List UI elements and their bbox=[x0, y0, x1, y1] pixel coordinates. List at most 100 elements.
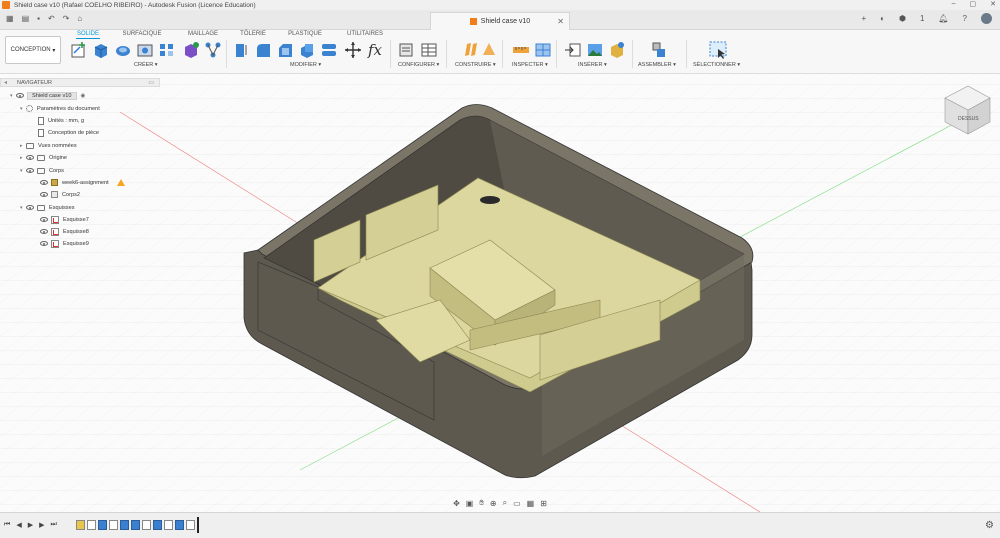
chamfer-icon[interactable] bbox=[276, 41, 294, 59]
fit-icon[interactable]: ⌕ bbox=[503, 498, 507, 508]
tab-tolerie[interactable]: TÔLERIE bbox=[240, 30, 266, 38]
timeline-feature[interactable] bbox=[87, 520, 96, 530]
combine-icon[interactable] bbox=[320, 41, 338, 59]
tab-utilitaires[interactable]: UTILITAIRES bbox=[345, 30, 385, 38]
step-back-icon[interactable]: ◀ bbox=[16, 521, 21, 529]
tree-item-part-design[interactable]: Conception de pièce bbox=[38, 127, 99, 138]
parameters-fx-icon[interactable]: fx bbox=[368, 41, 386, 59]
document-tab[interactable]: Shield case v10 ✕ bbox=[430, 12, 570, 30]
new-component-icon[interactable] bbox=[650, 41, 668, 59]
notifications-icon[interactable]: 🔔︎ bbox=[938, 14, 948, 23]
eye-icon[interactable] bbox=[16, 93, 24, 98]
group-configure[interactable]: CONFIGURER ▾ bbox=[398, 62, 439, 68]
look-at-icon[interactable]: ▣ bbox=[466, 499, 474, 508]
plane-angle-icon[interactable] bbox=[480, 41, 498, 59]
shell-icon[interactable] bbox=[298, 41, 316, 59]
derive-icon[interactable] bbox=[204, 41, 222, 59]
new-tab-icon[interactable]: + bbox=[861, 14, 866, 23]
timeline-feature[interactable] bbox=[131, 520, 140, 530]
tree-item-sketches[interactable]: ▾ Esquisses bbox=[20, 202, 75, 213]
timeline-feature[interactable] bbox=[76, 520, 85, 530]
insert-mcmaster-icon[interactable] bbox=[608, 41, 626, 59]
revolve-icon[interactable] bbox=[114, 41, 132, 59]
configure-icon[interactable] bbox=[398, 41, 416, 59]
extrude-icon[interactable] bbox=[92, 41, 110, 59]
form-icon[interactable] bbox=[182, 41, 200, 59]
tree-item-units[interactable]: Unités : mm, g bbox=[38, 115, 84, 126]
redo-icon[interactable]: ↷ bbox=[63, 14, 70, 23]
grid-settings-icon[interactable]: ▦ bbox=[527, 499, 535, 508]
zoom-icon[interactable]: ⊕ bbox=[490, 499, 497, 508]
tab-surfacique[interactable]: SURFACIQUE bbox=[122, 30, 162, 38]
config-table-icon[interactable] bbox=[420, 41, 438, 59]
help-icon[interactable]: ? bbox=[963, 14, 967, 23]
timeline-feature[interactable] bbox=[153, 520, 162, 530]
orbit-icon[interactable]: ✥ bbox=[453, 499, 460, 508]
play-icon[interactable]: ▶ bbox=[28, 521, 33, 529]
insert-derive-icon[interactable] bbox=[564, 41, 582, 59]
group-create[interactable]: CRÉER ▾ bbox=[134, 62, 158, 68]
timeline-marker[interactable] bbox=[197, 517, 199, 533]
timeline-settings-gear-icon[interactable]: ⚙ bbox=[985, 520, 994, 531]
tree-item-corps2[interactable]: Corps2 bbox=[40, 189, 80, 200]
pattern-icon[interactable] bbox=[158, 41, 176, 59]
eye-icon[interactable] bbox=[40, 217, 48, 222]
timeline-feature[interactable] bbox=[109, 520, 118, 530]
tree-root[interactable]: ▾ Shield case v10 ◉ bbox=[10, 90, 85, 101]
minimize-icon[interactable]: – bbox=[952, 0, 956, 8]
grid-menu-icon[interactable]: ▦ bbox=[6, 14, 14, 23]
pan-icon[interactable]: ✋︎ bbox=[479, 498, 484, 508]
go-to-start-icon[interactable]: ⏮ bbox=[4, 521, 10, 529]
timeline-feature[interactable] bbox=[175, 520, 184, 530]
tab-solide[interactable]: SOLIDE bbox=[76, 30, 100, 39]
warning-icon[interactable] bbox=[116, 179, 125, 186]
tree-item-bodies[interactable]: ▾ Corps bbox=[20, 165, 64, 176]
tab-maillage[interactable]: MAILLAGE bbox=[185, 30, 221, 38]
collapse-icon[interactable]: ◂ bbox=[4, 79, 7, 86]
section-analysis-icon[interactable] bbox=[534, 41, 552, 59]
workspace-switcher[interactable]: CONCEPTION ▾ bbox=[5, 36, 61, 64]
group-select[interactable]: SÉLECTIONNER ▾ bbox=[693, 62, 740, 68]
select-icon[interactable] bbox=[708, 40, 728, 60]
eye-icon[interactable] bbox=[40, 192, 48, 197]
avatar[interactable] bbox=[981, 13, 992, 24]
step-forward-icon[interactable]: ▶ bbox=[39, 521, 44, 529]
tab-plastique[interactable]: PLASTIQUE bbox=[288, 30, 322, 38]
eye-icon[interactable] bbox=[26, 205, 34, 210]
eye-icon[interactable] bbox=[40, 180, 48, 185]
timeline-feature[interactable] bbox=[186, 520, 195, 530]
tree-item-sketch7[interactable]: Esquisse7 bbox=[40, 214, 89, 225]
jobs-icon[interactable]: ⬢ bbox=[899, 14, 906, 23]
tree-item-sketch9[interactable]: Esquisse9 bbox=[40, 238, 89, 249]
measure-icon[interactable] bbox=[512, 41, 530, 59]
group-construct[interactable]: CONSTRUIRE ▾ bbox=[455, 62, 496, 68]
timeline-feature[interactable] bbox=[120, 520, 129, 530]
tree-item-named-views[interactable]: ▸ Vues nommées bbox=[20, 140, 77, 151]
undo-icon[interactable]: ↶ bbox=[48, 14, 55, 23]
hole-icon[interactable] bbox=[136, 41, 154, 59]
file-menu-icon[interactable]: ▤ bbox=[22, 14, 30, 23]
extensions-icon[interactable]: ◐ bbox=[880, 14, 885, 23]
eye-icon[interactable] bbox=[26, 168, 34, 173]
home-icon[interactable]: ⌂ bbox=[77, 14, 82, 23]
group-modify[interactable]: MODIFIER ▾ bbox=[290, 62, 321, 68]
navigator-header[interactable]: ◂ NAVIGATEUR ▭ bbox=[0, 78, 160, 87]
timeline-feature[interactable] bbox=[142, 520, 151, 530]
insert-image-icon[interactable] bbox=[586, 41, 604, 59]
press-pull-icon[interactable] bbox=[232, 41, 250, 59]
eye-icon[interactable] bbox=[26, 155, 34, 160]
tree-item-sketch8[interactable]: Esquisse8 bbox=[40, 226, 89, 237]
eye-icon[interactable] bbox=[40, 241, 48, 246]
viewports-icon[interactable]: ⊞ bbox=[540, 499, 547, 508]
group-insert[interactable]: INSÉRER ▾ bbox=[578, 62, 607, 68]
move-icon[interactable] bbox=[344, 41, 362, 59]
close-icon[interactable]: ✕ bbox=[990, 0, 996, 8]
go-to-end-icon[interactable]: ⏭ bbox=[50, 521, 56, 529]
maximize-icon[interactable]: ▢ bbox=[970, 0, 977, 8]
save-icon[interactable]: ▪ bbox=[37, 14, 40, 23]
offset-plane-icon[interactable] bbox=[462, 41, 480, 59]
fillet-icon[interactable] bbox=[254, 41, 272, 59]
tab-close-icon[interactable]: ✕ bbox=[557, 17, 564, 26]
tree-item-origin[interactable]: ▸ Origine bbox=[20, 152, 67, 163]
tree-item-document-settings[interactable]: ▾ Paramètres du document bbox=[20, 103, 100, 114]
